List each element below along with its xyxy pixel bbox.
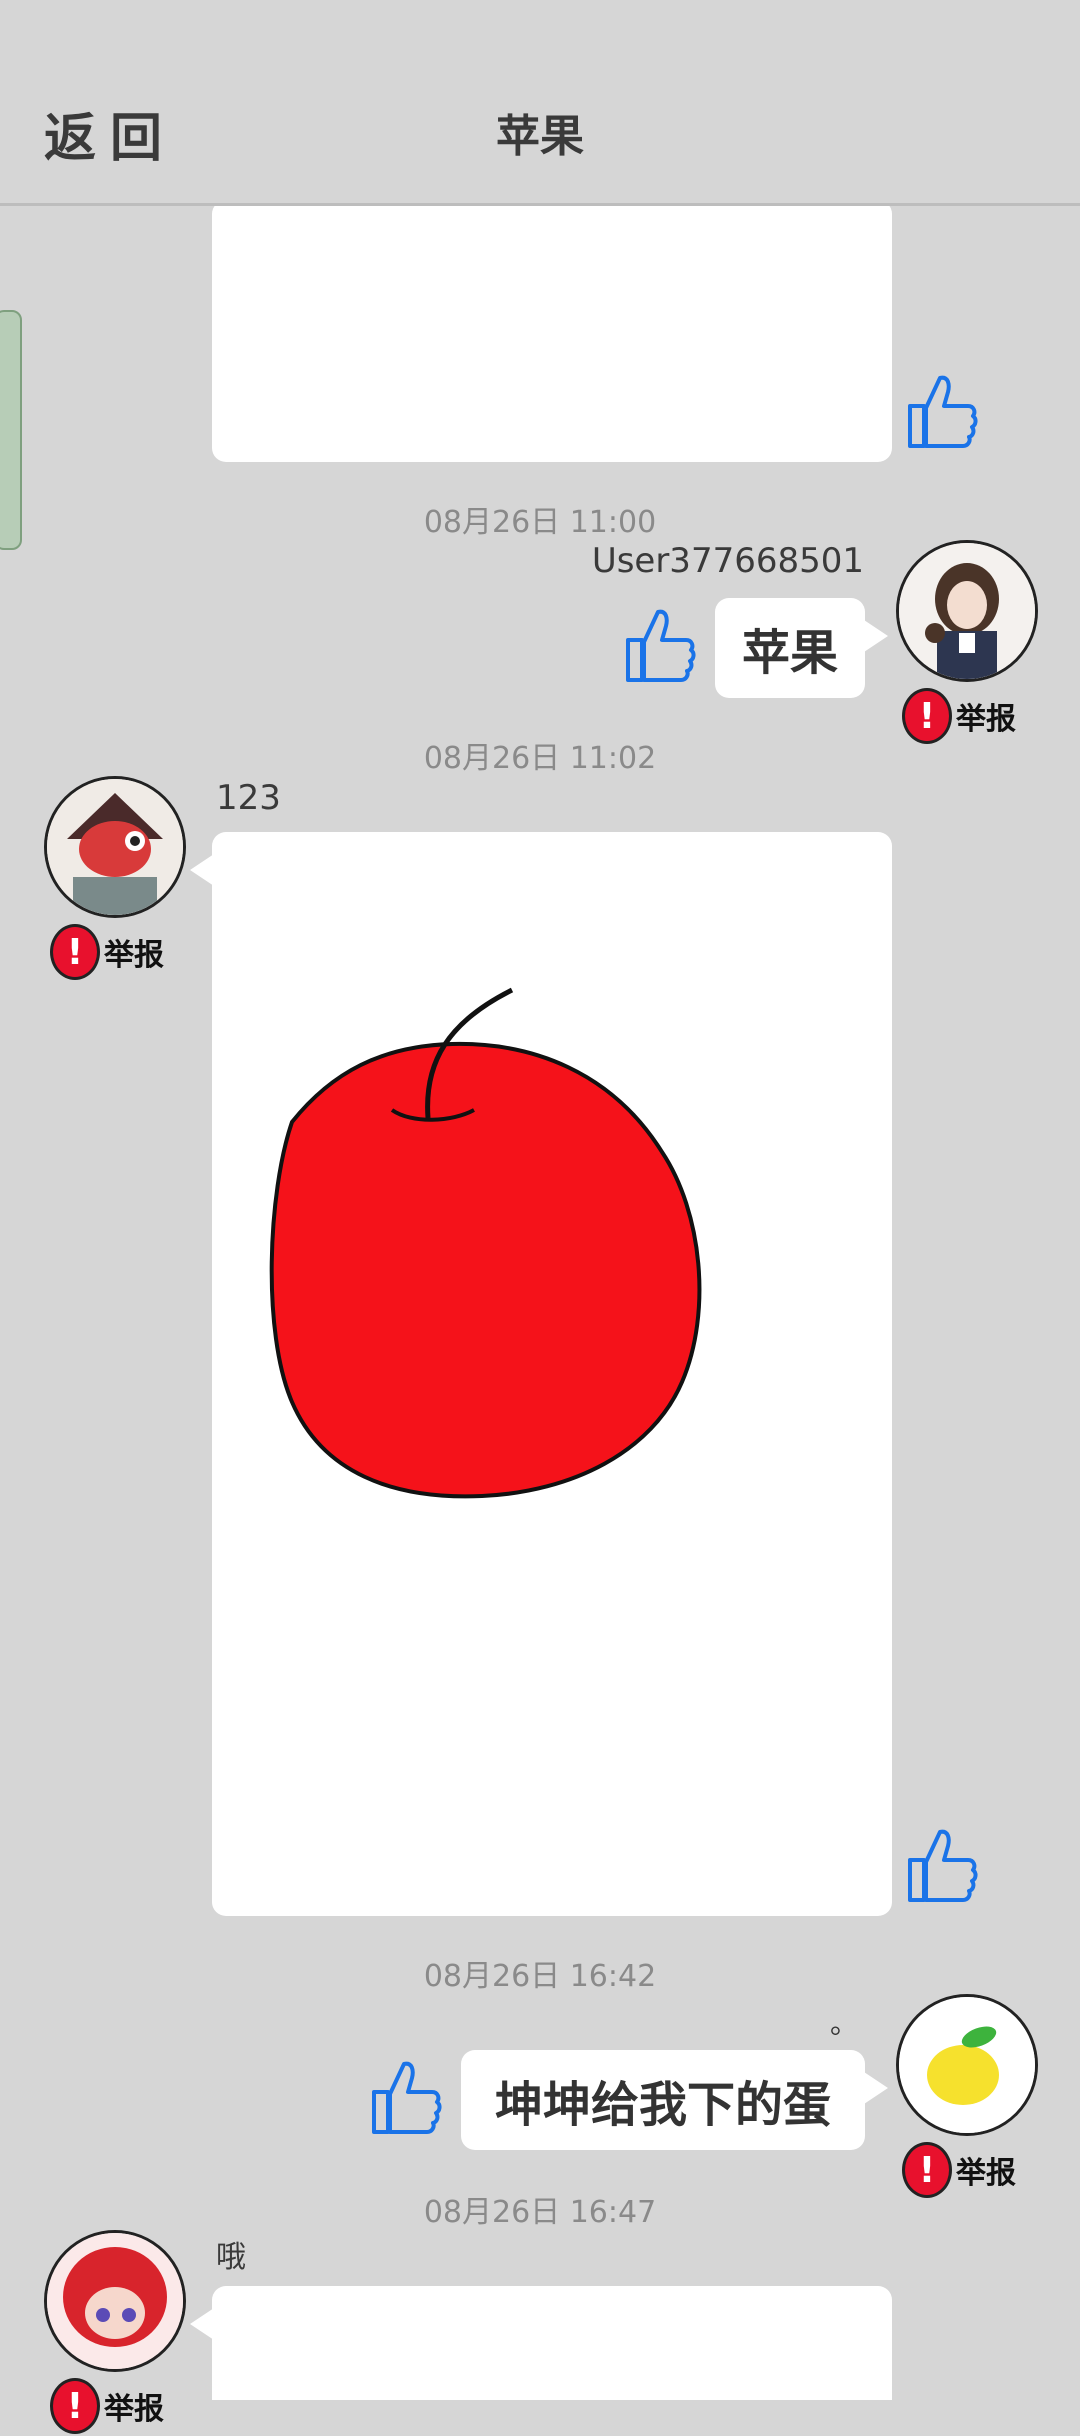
report-button[interactable]: ! 举报 (50, 922, 164, 982)
report-alert-icon: ! (50, 2378, 100, 2434)
message-timestamp: 08月26日 16:42 (423, 1959, 657, 1994)
bubble-tail (864, 620, 888, 652)
sender-name: 123 (216, 778, 281, 818)
message-timestamp: 08月26日 11:00 (423, 505, 657, 540)
image-message-card[interactable] (212, 832, 892, 1916)
message-timestamp: 08月26日 11:02 (423, 741, 657, 776)
like-thumb-icon[interactable] (906, 370, 982, 454)
image-message-card[interactable] (212, 200, 892, 462)
image-message-card[interactable] (212, 2286, 892, 2400)
user-avatar[interactable] (44, 776, 186, 918)
like-thumb-icon[interactable] (624, 604, 700, 688)
sender-name: 。 (830, 2007, 859, 2040)
user-avatar[interactable] (896, 540, 1038, 682)
avatar-image (47, 779, 183, 915)
apple-drawing-image (269, 987, 702, 1499)
page-title: 苹果 (496, 111, 584, 162)
sender-name: User377668501 (591, 541, 864, 581)
sender-name: 哦 (216, 2240, 246, 2275)
message-timestamp: 08月26日 16:47 (423, 2195, 657, 2230)
side-drawer-handle[interactable] (0, 310, 22, 550)
bubble-tail (190, 854, 214, 886)
like-thumb-icon[interactable] (906, 1824, 982, 1908)
message-bubble[interactable]: 坤坤给我下的蛋 (461, 2050, 865, 2150)
app-header: 返回 苹果 (0, 0, 1080, 206)
avatar-image (899, 1997, 1035, 2133)
avatar-image (899, 543, 1035, 679)
report-button[interactable]: ! 举报 (50, 2376, 164, 2436)
like-thumb-icon[interactable] (370, 2056, 446, 2140)
message-bubble[interactable]: 苹果 (715, 598, 865, 698)
bubble-tail (864, 2072, 888, 2104)
report-alert-icon: ! (50, 924, 100, 980)
bubble-tail (190, 2308, 214, 2340)
user-avatar[interactable] (44, 2230, 186, 2372)
user-avatar[interactable] (896, 1994, 1038, 2136)
avatar-image (47, 2233, 183, 2369)
